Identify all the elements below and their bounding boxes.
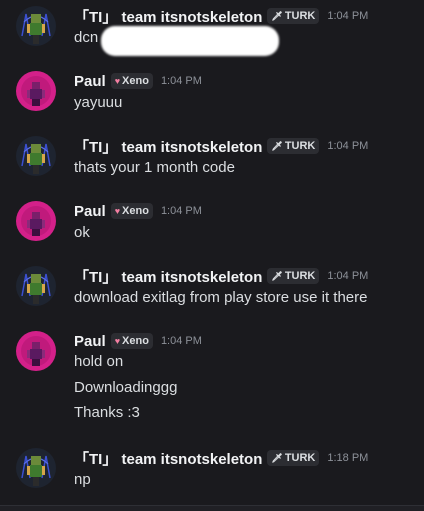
server-tag-label: TURK	[284, 452, 316, 464]
message-header: 「TI」 team itsnotskeleton 🗡 TURK 1:04 PM	[74, 136, 368, 156]
username[interactable]: 「TI」 team itsnotskeleton	[74, 448, 262, 469]
username[interactable]: Paul	[74, 333, 106, 350]
sword-icon: 🗡	[271, 270, 283, 281]
message-text: np	[74, 471, 91, 488]
avatar-paul[interactable]	[16, 71, 56, 111]
sword-icon: 🗡	[271, 10, 283, 21]
avatar-ti-image	[16, 6, 56, 46]
server-tag[interactable]: 🗡 TURK	[267, 450, 320, 466]
server-tag[interactable]: 🗡 TURK	[267, 8, 320, 24]
avatar-paul-image	[16, 71, 56, 111]
server-tag-label: Xeno	[122, 75, 149, 87]
avatar-ti[interactable]	[16, 448, 56, 488]
avatar-ti[interactable]	[16, 6, 56, 46]
server-tag-label: Xeno	[122, 205, 149, 217]
composer-edge	[0, 505, 424, 511]
timestamp: 1:04 PM	[160, 205, 202, 217]
server-tag[interactable]: ♥ Xeno	[110, 73, 153, 89]
username[interactable]: 「TI」 team itsnotskeleton	[74, 136, 262, 157]
message-header: 「TI」 team itsnotskeleton 🗡 TURK 1:04 PM	[74, 266, 368, 286]
message-header: Paul ♥ Xeno 1:04 PM	[74, 71, 202, 91]
timestamp: 1:04 PM	[327, 270, 369, 282]
message-text: Thanks :3	[74, 404, 140, 421]
timestamp: 1:04 PM	[327, 140, 369, 152]
server-tag[interactable]: ♥ Xeno	[110, 333, 153, 349]
avatar-paul[interactable]	[16, 331, 56, 371]
server-tag-label: TURK	[284, 140, 316, 152]
message-header: 「TI」 team itsnotskeleton 🗡 TURK 1:04 PM	[74, 6, 368, 26]
message-header: Paul ♥ Xeno 1:04 PM	[74, 201, 202, 221]
username[interactable]: 「TI」 team itsnotskeleton	[74, 6, 262, 27]
sword-icon: 🗡	[271, 140, 283, 151]
avatar-paul-image	[16, 201, 56, 241]
sword-icon: 🗡	[271, 452, 283, 463]
avatar-paul-image	[16, 331, 56, 371]
timestamp: 1:04 PM	[160, 75, 202, 87]
server-tag[interactable]: 🗡 TURK	[267, 138, 320, 154]
server-tag-label: TURK	[284, 270, 316, 282]
message-text: thats your 1 month code	[74, 159, 235, 176]
message-text: ok	[74, 224, 90, 241]
server-tag-label: TURK	[284, 10, 316, 22]
avatar-ti[interactable]	[16, 266, 56, 306]
chat-log: 「TI」 team itsnotskeleton 🗡 TURK 1:04 PM …	[0, 0, 424, 511]
heart-icon: ♥	[114, 335, 121, 346]
timestamp: 1:04 PM	[160, 335, 202, 347]
message-text: yayuuu	[74, 94, 123, 111]
redaction-scribble	[101, 26, 279, 56]
message-header: 「TI」 team itsnotskeleton 🗡 TURK 1:18 PM	[74, 448, 368, 468]
avatar-ti-image	[16, 266, 56, 306]
username[interactable]: Paul	[74, 203, 106, 220]
username[interactable]: 「TI」 team itsnotskeleton	[74, 266, 262, 287]
server-tag[interactable]: 🗡 TURK	[267, 268, 320, 284]
avatar-ti[interactable]	[16, 136, 56, 176]
timestamp: 1:04 PM	[327, 10, 369, 22]
avatar-paul[interactable]	[16, 201, 56, 241]
message-header: Paul ♥ Xeno 1:04 PM	[74, 331, 202, 351]
username[interactable]: Paul	[74, 73, 106, 90]
message-text: Downloadinggg	[74, 379, 178, 396]
server-tag[interactable]: ♥ Xeno	[110, 203, 153, 219]
avatar-ti-image	[16, 448, 56, 488]
avatar-ti-image	[16, 136, 56, 176]
heart-icon: ♥	[114, 75, 121, 86]
message-text: download exitlag from play store use it …	[74, 289, 368, 306]
message-text: dcn	[74, 29, 99, 46]
server-tag-label: Xeno	[122, 335, 149, 347]
message-text: hold on	[74, 353, 124, 370]
heart-icon: ♥	[114, 205, 121, 216]
timestamp: 1:18 PM	[327, 452, 369, 464]
